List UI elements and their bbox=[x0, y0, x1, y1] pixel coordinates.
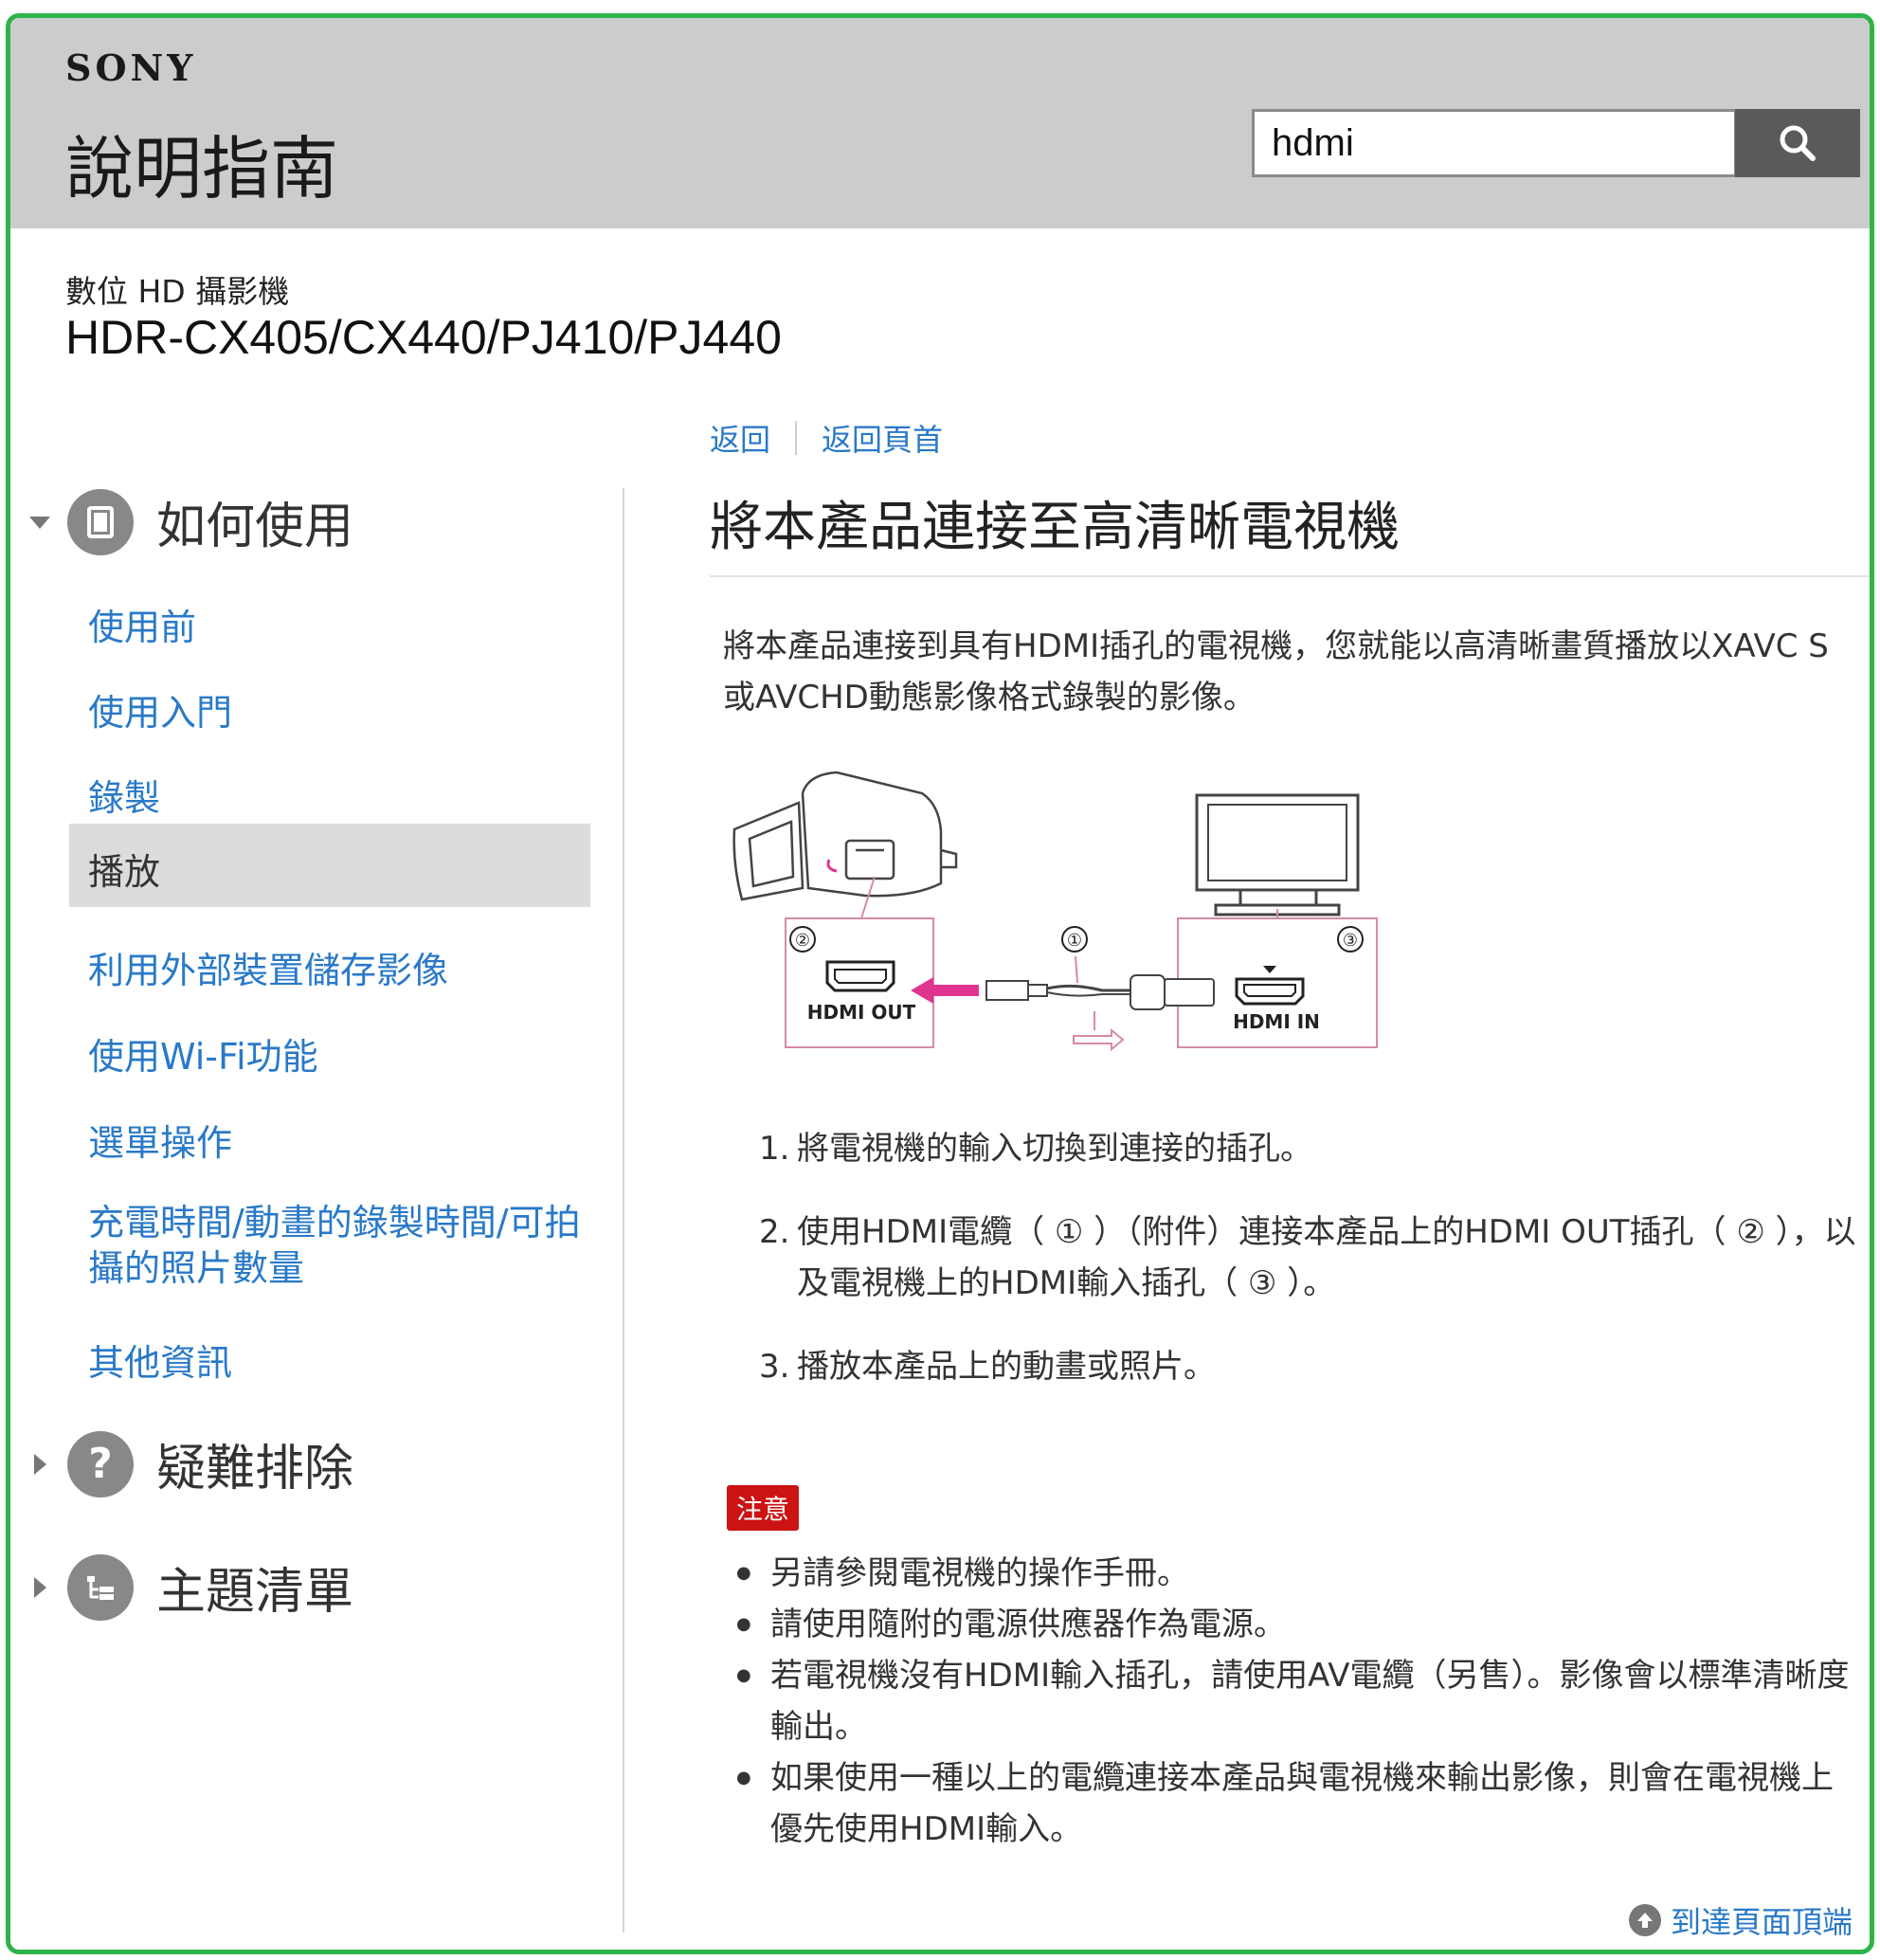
site-title[interactable]: 說明指南 bbox=[65, 113, 338, 212]
search-button[interactable] bbox=[1735, 109, 1860, 177]
step-number: 1. bbox=[759, 1130, 790, 1168]
camcorder-illustration bbox=[732, 771, 958, 901]
page-title: 將本產品連接至高清晰電視機 bbox=[710, 497, 1400, 558]
sidebar-item-label: 播放 bbox=[88, 851, 161, 893]
breadcrumb: 返回 返回頁首 bbox=[710, 416, 943, 460]
marker-2: ② bbox=[795, 931, 810, 951]
back-to-top-label: 到達頁面頂端 bbox=[1671, 1904, 1853, 1940]
list-item: 如果使用一種以上的電纜連接本產品與電視機來輸出影像，則會在電視機上優先使用HDM… bbox=[736, 1752, 1864, 1855]
sidebar-item-wifi[interactable]: 使用Wi-Fi功能 bbox=[88, 1027, 318, 1080]
sidebar-item-other-info[interactable]: 其他資訊 bbox=[88, 1334, 232, 1386]
site-header: SONY 說明指南 bbox=[10, 18, 1870, 228]
section-label: 如何使用 bbox=[156, 499, 354, 555]
sidebar-item-before-use[interactable]: 使用前 bbox=[88, 598, 196, 650]
step-text: 使用HDMI電纜（ ① ）（附件）連接本產品上的HDMI OUT插孔（ ② ），… bbox=[797, 1213, 1856, 1302]
intro-text: 將本產品連接到具有HDMI插孔的電視機，您就能以高清晰畫質播放以XAVC S或A… bbox=[723, 627, 1829, 717]
tv-illustration bbox=[1195, 793, 1360, 916]
arrow-up-icon bbox=[1629, 1904, 1661, 1936]
product-category: 數位 HD 攝影機 bbox=[65, 273, 290, 310]
list-item: 若電視機沒有HDMI輸入插孔，請使用AV電纜（另售）。影像會以標準清晰度輸出。 bbox=[736, 1650, 1864, 1752]
search-input[interactable] bbox=[1252, 109, 1737, 177]
sidebar-item-save-external[interactable]: 利用外部裝置儲存影像 bbox=[88, 941, 448, 993]
sidebar-item-playback[interactable]: 播放 bbox=[69, 824, 590, 907]
home-link[interactable]: 返回頁首 bbox=[822, 416, 943, 460]
note-badge: 注意 bbox=[727, 1485, 800, 1531]
notes-list: 另請參閱電視機的操作手冊。 請使用隨附的電源供應器作為電源。 若電視機沒有HDM… bbox=[736, 1548, 1864, 1855]
list-item: 請使用隨附的電源供應器作為電源。 bbox=[736, 1599, 1864, 1650]
hdmi-in-label: HDMI IN bbox=[1233, 1010, 1320, 1033]
search-icon bbox=[1780, 125, 1816, 161]
sidebar-item-charging-time[interactable]: 充電時間/動畫的錄製時間/可拍攝的照片數量 bbox=[88, 1200, 581, 1291]
sony-logo[interactable]: SONY bbox=[65, 46, 196, 89]
back-link[interactable]: 返回 bbox=[710, 416, 770, 460]
expanded-arrow-icon bbox=[27, 510, 52, 535]
list-item: 另請參閱電視機的操作手冊。 bbox=[736, 1548, 1864, 1599]
sidebar-item-recording[interactable]: 錄製 bbox=[88, 769, 160, 821]
hdmi-cable-illustration bbox=[911, 955, 1215, 1052]
sidebar-item-getting-started[interactable]: 使用入門 bbox=[88, 683, 232, 735]
book-icon bbox=[67, 488, 134, 555]
step-number: 3. bbox=[759, 1348, 790, 1386]
collapsed-arrow-icon bbox=[27, 1575, 52, 1600]
connection-diagram: ② ① ③ HDMI OUT HDMI IN bbox=[723, 755, 1386, 1059]
breadcrumb-separator bbox=[795, 421, 798, 455]
sidebar-item-menu[interactable]: 選單操作 bbox=[88, 1114, 232, 1166]
step-text: 播放本產品上的動畫或照片。 bbox=[797, 1348, 1216, 1386]
section-label: 疑難排除 bbox=[156, 1441, 354, 1497]
sidebar-section-how-to-use[interactable]: 如何使用 bbox=[10, 486, 353, 557]
marker-1: ① bbox=[1067, 931, 1082, 951]
sidebar-section-topic-list[interactable]: 主題清單 bbox=[10, 1552, 353, 1623]
collapsed-arrow-icon bbox=[27, 1452, 52, 1477]
marker-3: ③ bbox=[1343, 931, 1358, 951]
step-number: 2. bbox=[759, 1213, 790, 1251]
search-bar bbox=[1252, 109, 1860, 177]
step-text: 將電視機的輸入切換到連接的插孔。 bbox=[797, 1130, 1312, 1168]
list-icon bbox=[67, 1553, 134, 1621]
back-to-top-link[interactable]: 到達頁面頂端 bbox=[1629, 1898, 1853, 1942]
column-divider bbox=[623, 488, 624, 1933]
title-divider bbox=[710, 575, 1870, 577]
section-label: 主題清單 bbox=[156, 1564, 354, 1621]
hdmi-out-label: HDMI OUT bbox=[807, 1001, 916, 1024]
product-model: HDR-CX405/CX440/PJ410/PJ440 bbox=[65, 311, 782, 364]
sidebar-section-troubleshooting[interactable]: ? 疑難排除 bbox=[10, 1428, 353, 1499]
page-frame: SONY 說明指南 數位 HD 攝影機 HDR-CX405/CX440/PJ41… bbox=[6, 13, 1874, 1954]
question-icon: ? bbox=[67, 1430, 134, 1497]
